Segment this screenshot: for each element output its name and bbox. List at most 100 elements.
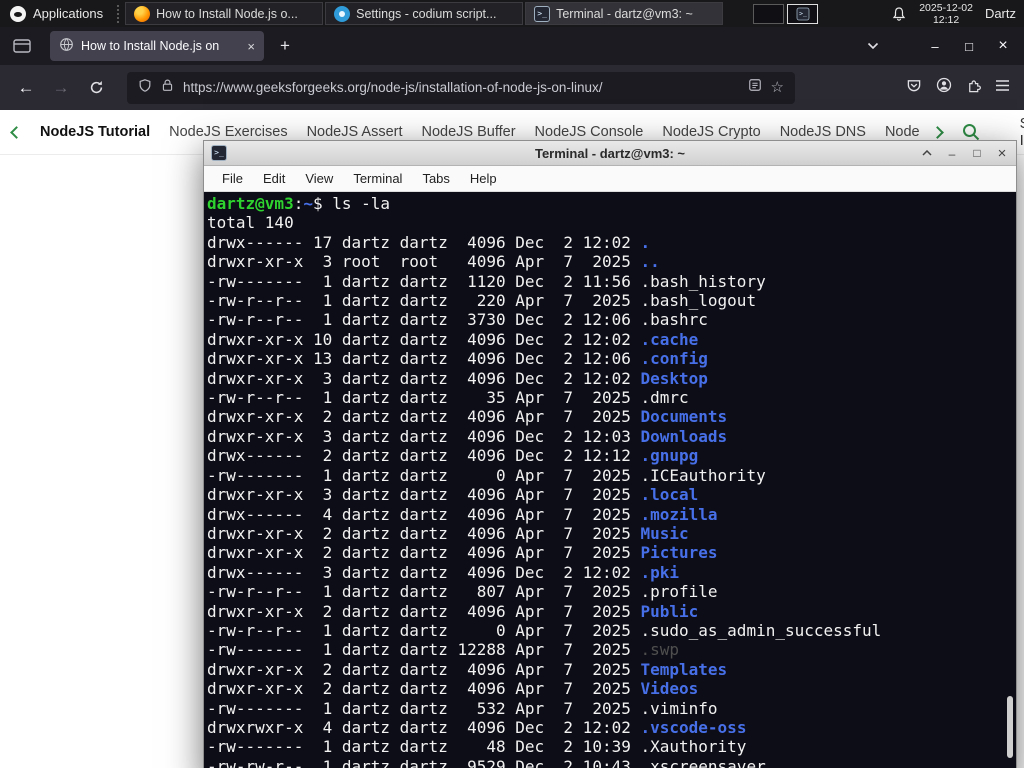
panel-user-label[interactable]: Dartz [985,6,1016,21]
workspace-1[interactable] [753,3,785,24]
terminal-line: drwxr-xr-x 13 dartz dartz 4096 Dec 2 12:… [207,349,708,369]
menu-terminal[interactable]: Terminal [343,171,412,186]
terminal-line: drwxr-xr-x 3 dartz dartz 4096 Apr 7 2025… [207,485,699,505]
applications-menu[interactable]: Applications [0,0,113,27]
back-button[interactable]: ← [10,72,42,104]
taskbar: How to Install Node.js o... Settings - co… [123,0,724,27]
reader-view-icon[interactable] [748,78,762,97]
taskbar-button[interactable]: How to Install Node.js o... [125,2,324,25]
terminal-line: drwx------ 3 dartz dartz 4096 Dec 2 12:0… [207,562,680,582]
taskbar-button[interactable]: Settings - codium script... [325,2,524,25]
terminal-line: drwxr-xr-x 10 dartz dartz 4096 Dec 2 12:… [207,329,699,349]
terminal-line: drwxr-xr-x 3 root root 4096 Apr 7 2025 .… [207,252,660,272]
nav-item[interactable]: NodeJS Crypto [662,124,760,140]
terminal-line: -rw------- 1 dartz dartz 48 Dec 2 10:39 … [207,737,747,757]
terminal-menubar: File Edit View Terminal Tabs Help [204,166,1016,192]
pocket-icon[interactable] [906,78,922,98]
toolbar-right [906,77,1014,98]
terminal-line: drwx------ 2 dartz dartz 4096 Dec 2 12:1… [207,446,699,466]
minimize-button[interactable]: – [928,39,942,53]
terminal-line: drwxr-xr-x 2 dartz dartz 4096 Apr 7 2025… [207,523,689,543]
top-panel: Applications How to Install Node.js o...… [0,0,1024,27]
extensions-icon[interactable] [966,78,981,98]
url-bar[interactable]: https://www.geeksforgeeks.org/node-js/in… [127,71,795,104]
terminal-scrollbar[interactable] [1006,193,1015,768]
terminal-minimize-button[interactable]: – [945,146,959,160]
clock-time: 12:12 [932,13,960,26]
terminal-line: dartz@vm3:~$ ls -la [207,194,391,213]
shade-button[interactable] [920,146,934,160]
desktop: Applications How to Install Node.js o...… [0,0,1024,768]
menu-edit[interactable]: Edit [253,171,295,186]
search-icon[interactable] [961,122,981,142]
terminal-line: drwx------ 4 dartz dartz 4096 Apr 7 2025… [207,504,718,524]
window-controls: – □ × [928,38,1010,54]
terminal-line: drwxr-xr-x 3 dartz dartz 4096 Dec 2 12:0… [207,368,708,388]
terminal-window-controls: – □ × [920,146,1009,161]
bookmark-star-icon[interactable]: ☆ [771,80,784,95]
maximize-button[interactable]: □ [962,39,976,53]
reload-button[interactable] [80,72,112,104]
terminal-output[interactable]: dartz@vm3:~$ ls -la total 140 drwx------ 1… [204,192,1016,768]
workspace-switcher[interactable] [753,3,819,24]
terminal-line: drwxr-xr-x 2 dartz dartz 4096 Apr 7 2025… [207,601,699,621]
nav-item[interactable]: NodeJS Exercises [169,124,287,140]
terminal-line: drwxr-xr-x 2 dartz dartz 4096 Apr 7 2025… [207,679,699,699]
navigation-toolbar: ← → https://www.geeksforgeeks.org/node-j… [0,65,1024,110]
url-text[interactable]: https://www.geeksforgeeks.org/node-js/in… [183,80,739,95]
terminal-line: -rw-r--r-- 1 dartz dartz 220 Apr 7 2025 … [207,291,757,311]
terminal-line: -rw-r--r-- 1 dartz dartz 35 Apr 7 2025 .… [207,388,689,408]
nav-item[interactable]: NodeJS DNS [780,124,866,140]
menu-tabs[interactable]: Tabs [412,171,459,186]
nav-scroll-right-icon[interactable] [930,125,944,139]
tab-favicon-icon [59,37,74,55]
terminal-line: -rw------- 1 dartz dartz 1120 Dec 2 11:5… [207,271,766,291]
terminal-window: Terminal - dartz@vm3: ~ – □ × FileEditVi… [203,140,1017,768]
terminal-maximize-button[interactable]: □ [970,146,984,160]
taskbar-button[interactable]: Terminal - dartz@vm3: ~ [525,2,724,25]
terminal-line: drwxr-xr-x 2 dartz dartz 4096 Apr 7 2025… [207,407,728,427]
workspace-2[interactable] [787,3,819,24]
taskbar-button-label: Settings - codium script... [356,6,497,21]
terminal-line: total 140 [207,213,294,233]
applications-menu-label: Applications [33,6,104,21]
nav-scroll-left-icon[interactable] [10,125,23,139]
terminal-line: -rw------- 1 dartz dartz 0 Apr 7 2025 .I… [207,465,766,485]
account-icon[interactable] [936,77,952,98]
tab-close-icon[interactable]: × [247,40,255,53]
nav-item[interactable]: NodeJS Assert [307,124,403,140]
menu-icon[interactable] [995,79,1010,97]
tab-nodejs-install[interactable]: How to Install Node.js on × [50,31,264,61]
nav-item[interactable]: Node [885,124,920,140]
lock-icon[interactable] [161,78,174,97]
terminal-close-button[interactable]: × [995,146,1009,161]
nav-item[interactable]: NodeJS Tutorial [40,124,150,140]
terminal-line: -rw-r--r-- 1 dartz dartz 807 Apr 7 2025 … [207,582,718,602]
nav-item[interactable]: NodeJS Console [535,124,644,140]
terminal-icon [534,5,551,22]
firefox-icon [134,5,151,22]
clock-date: 2025-12-02 [919,1,973,14]
settings-icon [334,5,351,22]
sign-in-button[interactable]: Sign In [1020,115,1024,149]
firefox-view-icon[interactable] [8,32,36,60]
nav-item[interactable]: NodeJS Buffer [422,124,516,140]
tab-title: How to Install Node.js on [81,39,220,53]
terminal-line: -rw-r--r-- 1 dartz dartz 0 Apr 7 2025 .s… [207,620,882,640]
list-all-tabs-icon[interactable] [860,33,886,59]
terminal-titlebar[interactable]: Terminal - dartz@vm3: ~ – □ × [204,141,1016,166]
menu-file[interactable]: File [212,171,253,186]
terminal-line: -rw-rw-r-- 1 dartz dartz 9529 Dec 2 10:4… [207,756,766,768]
menu-help[interactable]: Help [460,171,507,186]
menu-view[interactable]: View [295,171,343,186]
panel-clock[interactable]: 2025-12-02 12:12 [919,2,973,26]
xfce-logo-icon [10,5,26,22]
scrollbar-thumb[interactable] [1007,696,1013,758]
forward-button[interactable]: → [45,72,77,104]
new-tab-button[interactable]: + [272,33,298,59]
notification-bell-icon[interactable] [891,6,907,22]
shield-icon[interactable] [138,78,152,98]
close-button[interactable]: × [996,38,1010,54]
terminal-line: -rw------- 1 dartz dartz 12288 Apr 7 202… [207,640,680,660]
terminal-line: -rw------- 1 dartz dartz 532 Apr 7 2025 … [207,698,718,718]
